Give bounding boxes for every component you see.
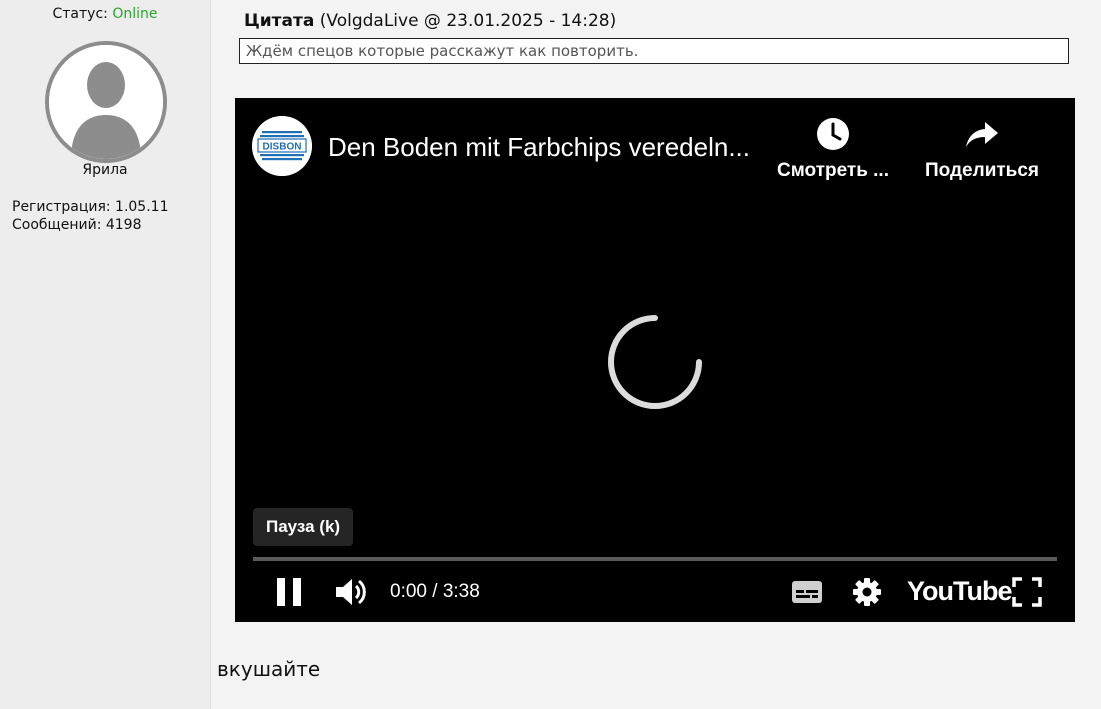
- volume-icon: [336, 579, 366, 605]
- share-button[interactable]: Поделиться: [912, 116, 1052, 182]
- volume-button[interactable]: [331, 574, 371, 610]
- channel-logo[interactable]: DISBON: [252, 116, 312, 176]
- pause-icon: [277, 578, 301, 606]
- quote-text: Ждём спецов которые расскажут как повтор…: [239, 38, 1069, 64]
- time-display: 0:00 / 3:38: [390, 581, 480, 602]
- post-text: вкушайте: [217, 657, 321, 681]
- player-controls: 0:00 / 3:38 YouTube: [235, 568, 1075, 618]
- quote-header: Цитата (VolgdaLive @ 23.01.2025 - 14:28): [244, 11, 616, 31]
- user-meta: Регистрация: 1.05.11 Сообщений: 4198: [12, 198, 168, 234]
- loading-spinner-icon: [608, 315, 702, 409]
- default-avatar-icon: [49, 45, 163, 159]
- share-label: Поделиться: [924, 160, 1040, 181]
- channel-logo-text: DISBON: [263, 142, 302, 153]
- clock-icon: [817, 118, 849, 150]
- username[interactable]: Ярила: [0, 162, 210, 178]
- video-player[interactable]: DISBON Den Boden mit Farbchips veredeln.…: [235, 98, 1075, 622]
- user-status: Статус: Online: [0, 6, 210, 22]
- fullscreen-button[interactable]: [1007, 574, 1047, 610]
- gear-icon: [853, 578, 881, 606]
- progress-bar[interactable]: [253, 557, 1057, 561]
- quote-source: (VolgdaLive @ 23.01.2025 - 14:28): [319, 11, 617, 31]
- share-icon: [966, 122, 998, 147]
- avatar[interactable]: [45, 41, 167, 163]
- message-count: Сообщений: 4198: [12, 217, 142, 233]
- watch-later-label: Смотреть ...: [777, 160, 889, 181]
- registration-date: Регистрация: 1.05.11: [12, 199, 169, 215]
- user-panel: Статус: Online Ярила Регистрация: 1.05.1…: [0, 0, 211, 709]
- video-title[interactable]: Den Boden mit Farbchips veredeln...: [328, 132, 750, 163]
- subtitles-icon: [792, 581, 822, 603]
- pause-tooltip: Пауза (k): [253, 508, 354, 546]
- subtitles-button[interactable]: [787, 574, 827, 610]
- status-label: Статус:: [52, 6, 108, 22]
- watch-later-button[interactable]: Смотреть ...: [763, 116, 903, 182]
- settings-button[interactable]: [847, 574, 887, 610]
- status-online: Online: [112, 6, 158, 22]
- fullscreen-icon: [1012, 577, 1042, 607]
- quote-label: Цитата: [244, 11, 315, 31]
- youtube-logo[interactable]: YouTube: [907, 576, 1012, 607]
- pause-button[interactable]: [269, 574, 309, 610]
- disbon-logo-icon: DISBON: [252, 116, 312, 176]
